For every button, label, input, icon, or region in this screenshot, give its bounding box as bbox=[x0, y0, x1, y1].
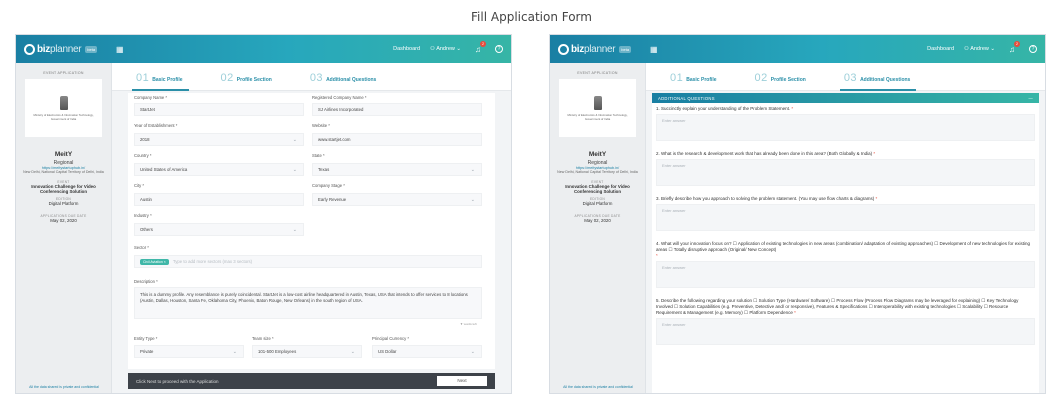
user-menu[interactable]: ⚇ Andrew ⌄ bbox=[964, 46, 995, 52]
question-5: 5. Describe the following regarding your… bbox=[656, 298, 1019, 315]
tab-additional-questions[interactable]: 03 Additional Questions bbox=[310, 63, 377, 91]
tab-profile-section[interactable]: 02 Profile Section bbox=[755, 63, 806, 91]
country-select[interactable]: United States of America ⌄ bbox=[134, 163, 304, 176]
user-icon: ⚇ bbox=[964, 46, 969, 52]
entity-type-select[interactable]: Private ⌄ bbox=[134, 345, 244, 358]
logo-ring-icon bbox=[558, 43, 569, 55]
logo[interactable]: bizplanner beta bbox=[24, 43, 114, 55]
chevron-down-icon: ⌄ bbox=[470, 167, 475, 173]
step-tabs: 01 Basic Profile 02 Profile Section 03 Addi… bbox=[646, 63, 1045, 91]
chevron-down-icon: ⌄ bbox=[232, 349, 237, 355]
chevron-down-icon: ⌄ bbox=[292, 167, 297, 173]
topbar: bizplanner beta ▦ Dashboard ⚇ Andrew ⌄ ♫… bbox=[550, 35, 1045, 63]
answer-2-textarea[interactable]: Enter answer bbox=[656, 159, 1035, 186]
user-menu[interactable]: ⚇ Andrew ⌄ bbox=[430, 46, 461, 52]
step-tabs: 01 Basic Profile 02 Profile Section 03 Addi… bbox=[112, 63, 511, 91]
topbar: bizplanner beta ▦ Dashboard ⚇ Andrew ⌄ ♫… bbox=[16, 35, 511, 63]
event-name: Innovation Challenge for Video Conferenc… bbox=[31, 184, 96, 194]
website-input[interactable]: www.startjet.com bbox=[312, 133, 482, 146]
sidebar: EVENT APPLICATION Ministry of Electronic… bbox=[550, 63, 646, 393]
org-logo-card: Ministry of Electronics & Information Te… bbox=[25, 79, 102, 137]
question-3: 3. Briefly describe how you approach to … bbox=[656, 196, 878, 201]
collapse-icon[interactable]: — bbox=[1029, 96, 1034, 101]
apps-grid-icon[interactable]: ▦ bbox=[650, 45, 658, 54]
chevron-down-icon: ⌄ bbox=[470, 197, 475, 203]
screenshot-additional-questions: bizplanner beta ▦ Dashboard ⚇ Andrew ⌄ ♫… bbox=[549, 34, 1046, 394]
org-name: MeitY bbox=[54, 151, 73, 158]
city-input[interactable]: Austin bbox=[134, 193, 304, 206]
company-stage-select[interactable]: Early Revenue ⌄ bbox=[312, 193, 482, 206]
basic-profile-form: Company Name * StartJet Registered Compa… bbox=[128, 93, 495, 369]
chevron-down-icon: ⌄ bbox=[470, 349, 475, 355]
description-textarea[interactable]: This is a dummy profile. Any resemblance… bbox=[134, 287, 482, 319]
page-title: Fill Application Form bbox=[471, 10, 592, 24]
notification-badge: 2 bbox=[1014, 40, 1020, 47]
additional-questions-header[interactable]: ADDITIONAL QUESTIONS — bbox=[652, 93, 1039, 103]
notification-badge: 2 bbox=[480, 40, 486, 47]
currency-select[interactable]: US Dollar ⌄ bbox=[372, 345, 482, 358]
sector-chip[interactable]: Civil Aviation × bbox=[140, 258, 169, 265]
state-select[interactable]: Texas ⌄ bbox=[312, 163, 482, 176]
main-content: 01 Basic Profile 02 Profile Section 03 Addi… bbox=[646, 63, 1045, 393]
question-1: 1. Succinctly explain your understanding… bbox=[656, 106, 794, 111]
due-date: May 02, 2020 bbox=[584, 218, 611, 223]
team-size-select[interactable]: 101-500 Employees ⌄ bbox=[252, 345, 362, 358]
answer-3-textarea[interactable]: Enter answer bbox=[656, 204, 1035, 231]
tab-basic-profile[interactable]: 01 Basic Profile bbox=[670, 63, 717, 91]
chevron-down-icon: ⌄ bbox=[292, 227, 297, 233]
help-icon[interactable]: ? bbox=[1029, 45, 1037, 53]
chevron-down-icon: ⌄ bbox=[456, 46, 461, 52]
dashboard-link[interactable]: Dashboard bbox=[393, 46, 420, 52]
main-content: 01 Basic Profile 02 Profile Section 03 Addi… bbox=[112, 63, 511, 393]
question-2: 2. What is the research & development wo… bbox=[656, 151, 876, 156]
logo-ring-icon bbox=[24, 43, 35, 55]
apps-grid-icon[interactable]: ▦ bbox=[116, 45, 124, 54]
registered-name-input[interactable]: SJ Airlines Incorporated bbox=[312, 103, 482, 116]
sidebar: EVENT APPLICATION Ministry of Electronic… bbox=[16, 63, 112, 393]
tab-profile-section[interactable]: 02 Profile Section bbox=[221, 63, 272, 91]
emblem-icon bbox=[59, 95, 68, 110]
due-date: May 02, 2020 bbox=[50, 218, 77, 223]
org-logo-card: Ministry of Electronics & Information Te… bbox=[559, 79, 636, 137]
company-name-input[interactable]: StartJet bbox=[134, 103, 304, 116]
next-button[interactable]: Next bbox=[437, 376, 487, 386]
logo[interactable]: bizplanner beta bbox=[558, 43, 648, 55]
question-4: 4. What will your innovation focus on? ☐… bbox=[656, 241, 1031, 258]
emblem-icon bbox=[593, 95, 602, 110]
industry-select[interactable]: Others ⌄ bbox=[134, 223, 304, 236]
tab-additional-questions[interactable]: 03 Additional Questions bbox=[839, 63, 916, 91]
action-bar: Click Next to proceed with the Applicati… bbox=[128, 373, 495, 389]
help-icon[interactable]: ? bbox=[495, 45, 503, 53]
tab-basic-profile[interactable]: 01 Basic Profile bbox=[132, 63, 189, 91]
notifications-bell-icon[interactable]: ♫ 2 bbox=[1009, 40, 1020, 54]
additional-questions-panel: ADDITIONAL QUESTIONS — 1. Succinctly exp… bbox=[652, 93, 1039, 393]
chevron-down-icon: ⌄ bbox=[990, 46, 995, 52]
chevron-down-icon: ⌄ bbox=[292, 137, 297, 143]
answer-4-textarea[interactable]: Enter answer bbox=[656, 261, 1035, 288]
notifications-bell-icon[interactable]: ♫ 2 bbox=[475, 40, 486, 54]
answer-5-textarea[interactable]: Enter answer bbox=[656, 318, 1035, 345]
answer-1-textarea[interactable]: Enter answer bbox=[656, 114, 1035, 141]
org-name: MeitY bbox=[588, 151, 607, 158]
chevron-down-icon: ⌄ bbox=[350, 349, 355, 355]
user-icon: ⚇ bbox=[430, 46, 435, 52]
dashboard-link[interactable]: Dashboard bbox=[927, 46, 954, 52]
screenshot-basic-profile: bizplanner beta ▦ Dashboard ⚇ Andrew ⌄ ♫… bbox=[15, 34, 512, 394]
event-name: Innovation Challenge for Video Conferenc… bbox=[565, 184, 630, 194]
sector-input[interactable]: Civil Aviation × Type to add more sectors… bbox=[134, 255, 482, 268]
year-select[interactable]: 2018 ⌄ bbox=[134, 133, 304, 146]
